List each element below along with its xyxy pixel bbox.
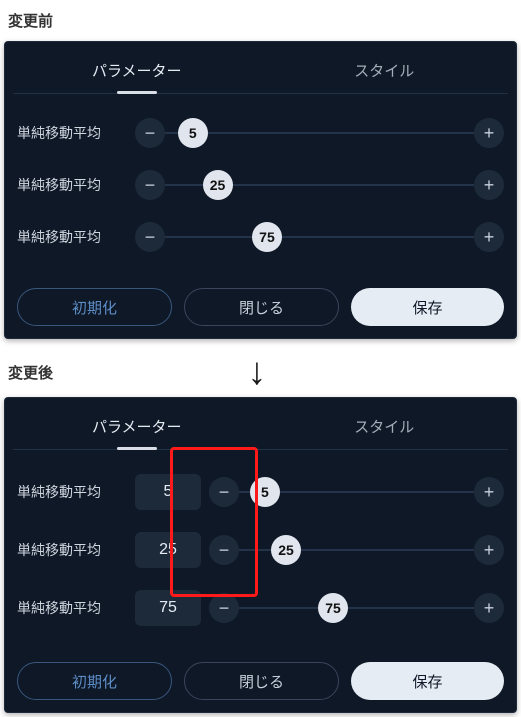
value-input[interactable]: 5: [135, 474, 201, 510]
slider-track[interactable]: 75: [239, 607, 474, 609]
panel-before: パラメーター スタイル 単純移動平均 − 5 + 単純移動平均 − 25 +: [4, 41, 517, 339]
slider: − 75 +: [135, 222, 504, 252]
tab-parameters[interactable]: パラメーター: [13, 50, 261, 93]
param-label: 単純移動平均: [17, 123, 135, 143]
tab-style[interactable]: スタイル: [261, 406, 509, 449]
save-button[interactable]: 保存: [351, 288, 504, 326]
slider: − 25 +: [209, 535, 504, 565]
param-row: 単純移動平均 − 5 +: [17, 118, 504, 148]
plus-button[interactable]: +: [474, 535, 504, 565]
tab-bar: パラメーター スタイル: [13, 50, 508, 94]
footer: 初期化 閉じる 保存: [13, 284, 508, 330]
param-label: 単純移動平均: [17, 540, 135, 560]
param-row: 単純移動平均 25 − 25 +: [17, 532, 504, 568]
reset-button[interactable]: 初期化: [17, 662, 172, 700]
tab-parameters[interactable]: パラメーター: [13, 406, 261, 449]
slider-track[interactable]: 5: [239, 491, 474, 493]
param-row: 単純移動平均 75 − 75 +: [17, 590, 504, 626]
minus-button[interactable]: −: [209, 477, 239, 507]
parameter-rows: 単純移動平均 5 − 5 + 単純移動平均 25 − 25 + 単純移動平均: [13, 460, 508, 652]
plus-button[interactable]: +: [474, 222, 504, 252]
reset-button[interactable]: 初期化: [17, 288, 172, 326]
param-label: 単純移動平均: [17, 482, 135, 502]
slider: − 75 +: [209, 593, 504, 623]
parameter-rows: 単純移動平均 − 5 + 単純移動平均 − 25 + 単純移動平均 −: [13, 104, 508, 278]
close-button[interactable]: 閉じる: [184, 288, 339, 326]
arrow-down-icon: ↓: [248, 351, 267, 393]
minus-button[interactable]: −: [209, 535, 239, 565]
param-row: 単純移動平均 − 25 +: [17, 170, 504, 200]
slider-thumb[interactable]: 5: [250, 477, 280, 507]
footer: 初期化 閉じる 保存: [13, 658, 508, 704]
slider-track[interactable]: 25: [165, 184, 474, 186]
slider-track[interactable]: 25: [239, 549, 474, 551]
close-button[interactable]: 閉じる: [184, 662, 339, 700]
plus-button[interactable]: +: [474, 118, 504, 148]
slider-track[interactable]: 5: [165, 132, 474, 134]
slider-thumb[interactable]: 75: [318, 593, 348, 623]
plus-button[interactable]: +: [474, 170, 504, 200]
param-label: 単純移動平均: [17, 227, 135, 247]
param-label: 単純移動平均: [17, 175, 135, 195]
minus-button[interactable]: −: [135, 118, 165, 148]
slider-thumb[interactable]: 75: [252, 222, 282, 252]
minus-button[interactable]: −: [209, 593, 239, 623]
slider-track[interactable]: 75: [165, 236, 474, 238]
param-label: 単純移動平均: [17, 598, 135, 618]
param-row: 単純移動平均 5 − 5 +: [17, 474, 504, 510]
plus-button[interactable]: +: [474, 477, 504, 507]
tab-bar: パラメーター スタイル: [13, 406, 508, 450]
slider-thumb[interactable]: 25: [203, 170, 233, 200]
plus-button[interactable]: +: [474, 593, 504, 623]
slider: − 25 +: [135, 170, 504, 200]
heading-before: 変更前: [8, 10, 513, 31]
heading-after: 変更後: [8, 362, 53, 383]
panel-after: パラメーター スタイル 単純移動平均 5 − 5 + 単純移動平均 25 − 2…: [4, 397, 517, 713]
save-button[interactable]: 保存: [351, 662, 504, 700]
tab-style[interactable]: スタイル: [261, 50, 509, 93]
param-row: 単純移動平均 − 75 +: [17, 222, 504, 252]
value-input[interactable]: 25: [135, 532, 201, 568]
minus-button[interactable]: −: [135, 222, 165, 252]
slider: − 5 +: [209, 477, 504, 507]
minus-button[interactable]: −: [135, 170, 165, 200]
slider-thumb[interactable]: 25: [271, 535, 301, 565]
value-input[interactable]: 75: [135, 590, 201, 626]
slider-thumb[interactable]: 5: [178, 118, 208, 148]
slider: − 5 +: [135, 118, 504, 148]
